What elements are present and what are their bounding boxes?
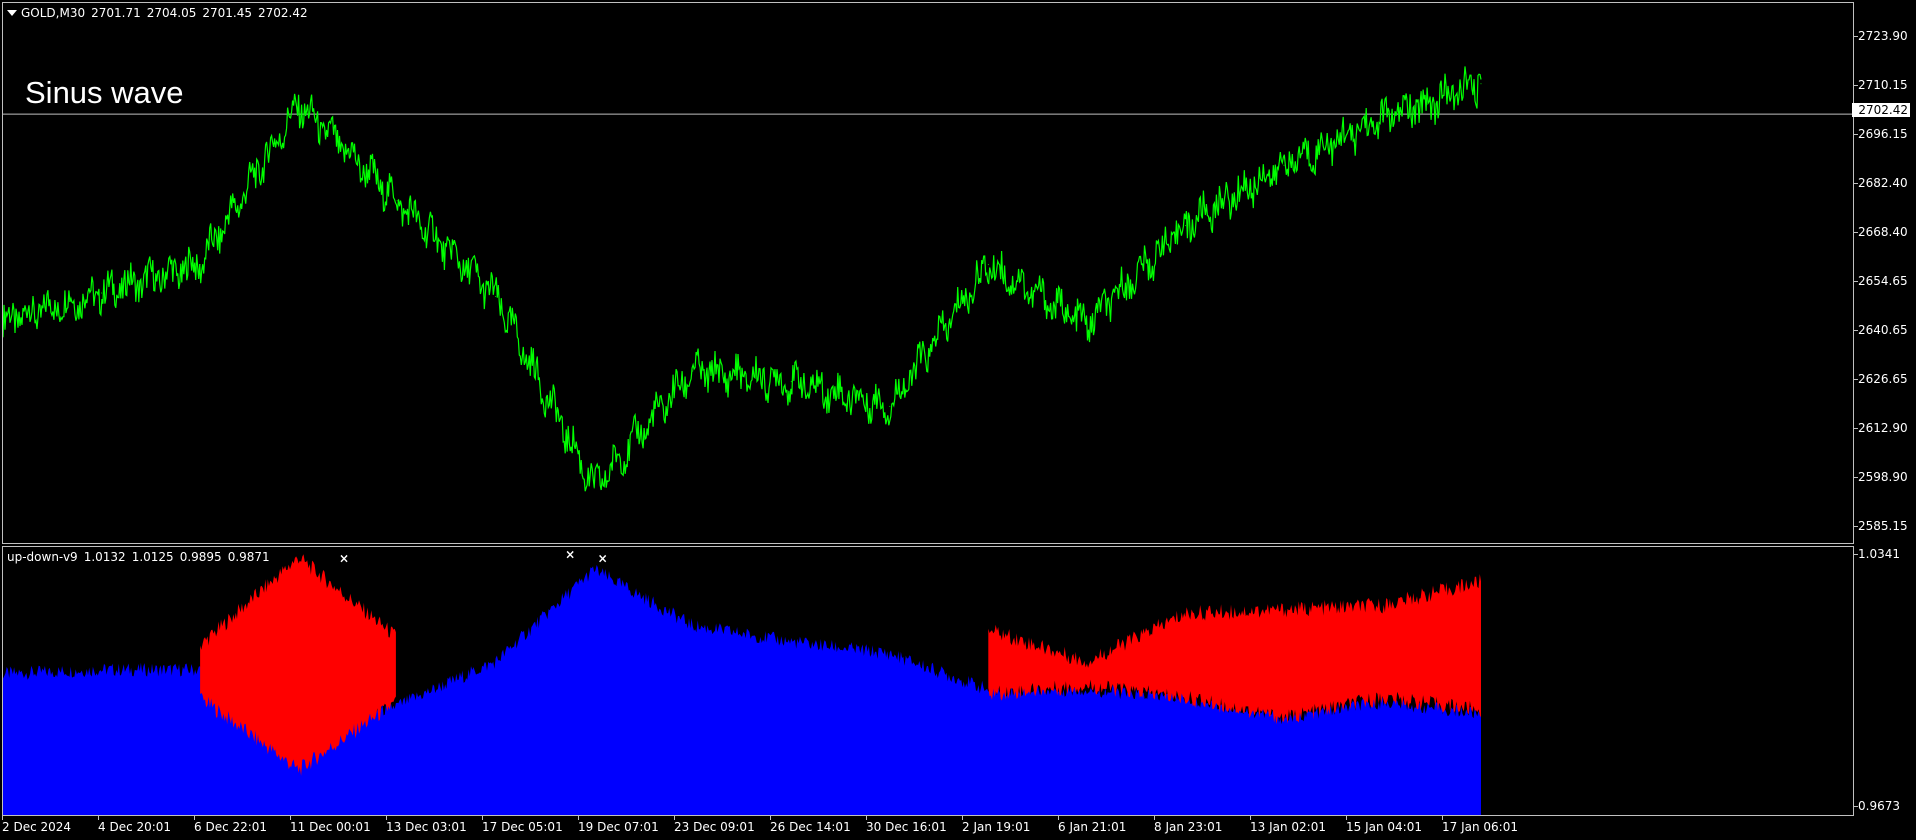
indicator-value-4: 0.9871 bbox=[227, 550, 270, 564]
ohlc-high: 2704.05 bbox=[146, 6, 197, 20]
price-data-point bbox=[1381, 118, 1383, 120]
price-data-point bbox=[790, 381, 792, 383]
price-data-point bbox=[593, 487, 595, 489]
trading-terminal: GOLD,M30 2701.71 2704.05 2701.45 2702.42 Sin… bbox=[0, 0, 1916, 840]
price-data-point bbox=[495, 295, 497, 297]
indicator-svg: × × × bbox=[3, 547, 1481, 815]
price-data-point bbox=[1480, 83, 1482, 85]
price-y-axis[interactable]: 2723.90 2710.15 2696.15 2682.40 2668.40 2654.… bbox=[1853, 2, 1916, 544]
price-data-point bbox=[987, 264, 989, 266]
chart-text-label[interactable]: Sinus wave bbox=[25, 75, 184, 111]
symbol-label: GOLD,M30 bbox=[21, 6, 86, 20]
price-data-point bbox=[396, 200, 398, 202]
price-data-point bbox=[1283, 164, 1285, 166]
indicator-name: up-down-v9 bbox=[7, 550, 78, 564]
price-chart-header: GOLD,M30 2701.71 2704.05 2701.45 2702.42 bbox=[7, 6, 314, 20]
price-data-point bbox=[199, 264, 201, 266]
indicator-y-axis[interactable]: 1.0341 0.9673 bbox=[1853, 546, 1916, 816]
signal-marker-icon: × bbox=[565, 547, 575, 561]
price-chart-svg bbox=[3, 66, 1853, 492]
ohlc-open: 2701.71 bbox=[91, 6, 141, 20]
price-chart-pane[interactable]: GOLD,M30 2701.71 2704.05 2701.45 2702.42 Sin… bbox=[2, 2, 1854, 544]
indicator-pane[interactable]: × × × up-down-v9 1.0132 1.0125 0.9895 0.9871 bbox=[2, 546, 1854, 816]
price-data-point bbox=[101, 292, 103, 294]
price-data-point bbox=[1086, 324, 1088, 326]
price-data-point bbox=[298, 104, 300, 106]
ohlc-close: 2702.42 bbox=[257, 6, 308, 20]
indicator-value-3: 0.9895 bbox=[179, 550, 222, 564]
price-data-point bbox=[692, 370, 694, 372]
price-data-point bbox=[1184, 225, 1186, 227]
chart-menu-triangle-icon[interactable] bbox=[7, 10, 17, 16]
price-series-line bbox=[3, 66, 1482, 492]
signal-marker-icon: × bbox=[598, 551, 608, 565]
indicator-value-1: 1.0132 bbox=[83, 550, 126, 564]
current-price-marker: 2702.42 bbox=[1852, 103, 1910, 117]
indicator-header: up-down-v9 1.0132 1.0125 0.9895 0.9871 bbox=[7, 550, 276, 564]
signal-marker-icon: × bbox=[339, 551, 349, 565]
ohlc-low: 2701.45 bbox=[202, 6, 252, 20]
indicator-value-2: 1.0125 bbox=[131, 550, 174, 564]
price-data-point bbox=[889, 405, 891, 407]
time-x-axis[interactable]: 2 Dec 2024 4 Dec 20:01 6 Dec 22:01 11 Dec 0… bbox=[2, 816, 1854, 840]
